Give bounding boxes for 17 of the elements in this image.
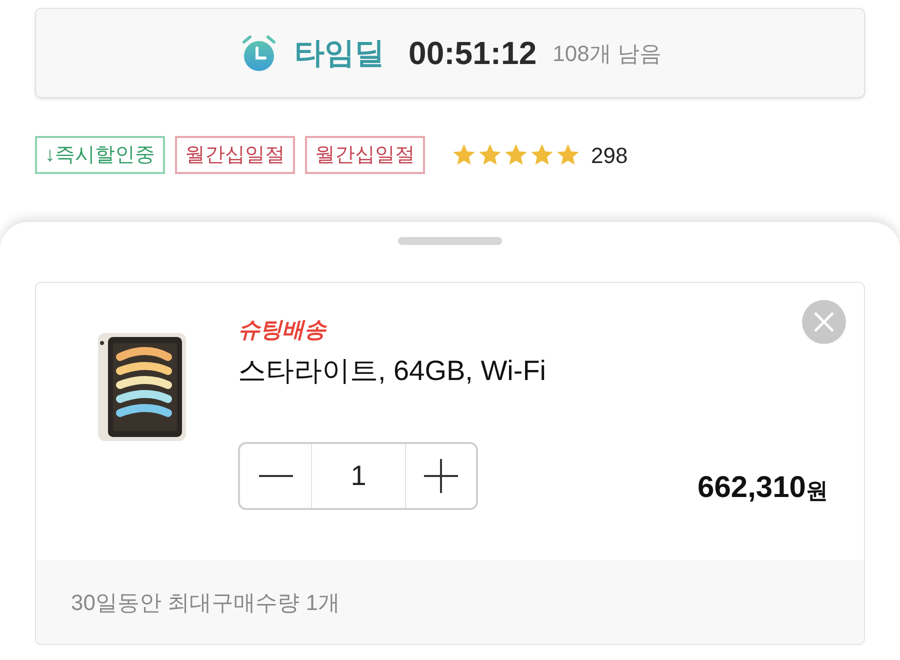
option-name: 스타라이트, 64GB, Wi-Fi: [238, 354, 548, 388]
plus-icon: [424, 459, 458, 493]
currency: 원: [806, 476, 828, 504]
delivery-label: 슈팅배송: [238, 316, 326, 344]
timer-title: 타임딜: [294, 36, 385, 72]
review-count: 298: [591, 142, 628, 170]
tag: ↓즉시할인중: [35, 136, 165, 174]
close-button[interactable]: [802, 300, 846, 344]
countdown: 00:51:12: [408, 34, 537, 73]
tag: 월간십일절: [175, 136, 295, 174]
minus-icon: [258, 474, 292, 478]
sheet-handle[interactable]: [398, 237, 502, 245]
purchase-limit-notice: 30일동안 최대구매수량 1개: [71, 588, 340, 616]
price: 662,310: [698, 470, 806, 506]
close-icon: [813, 311, 835, 333]
remaining-count: 108개 남음: [552, 40, 662, 68]
tag: 월간십일절: [305, 136, 425, 174]
